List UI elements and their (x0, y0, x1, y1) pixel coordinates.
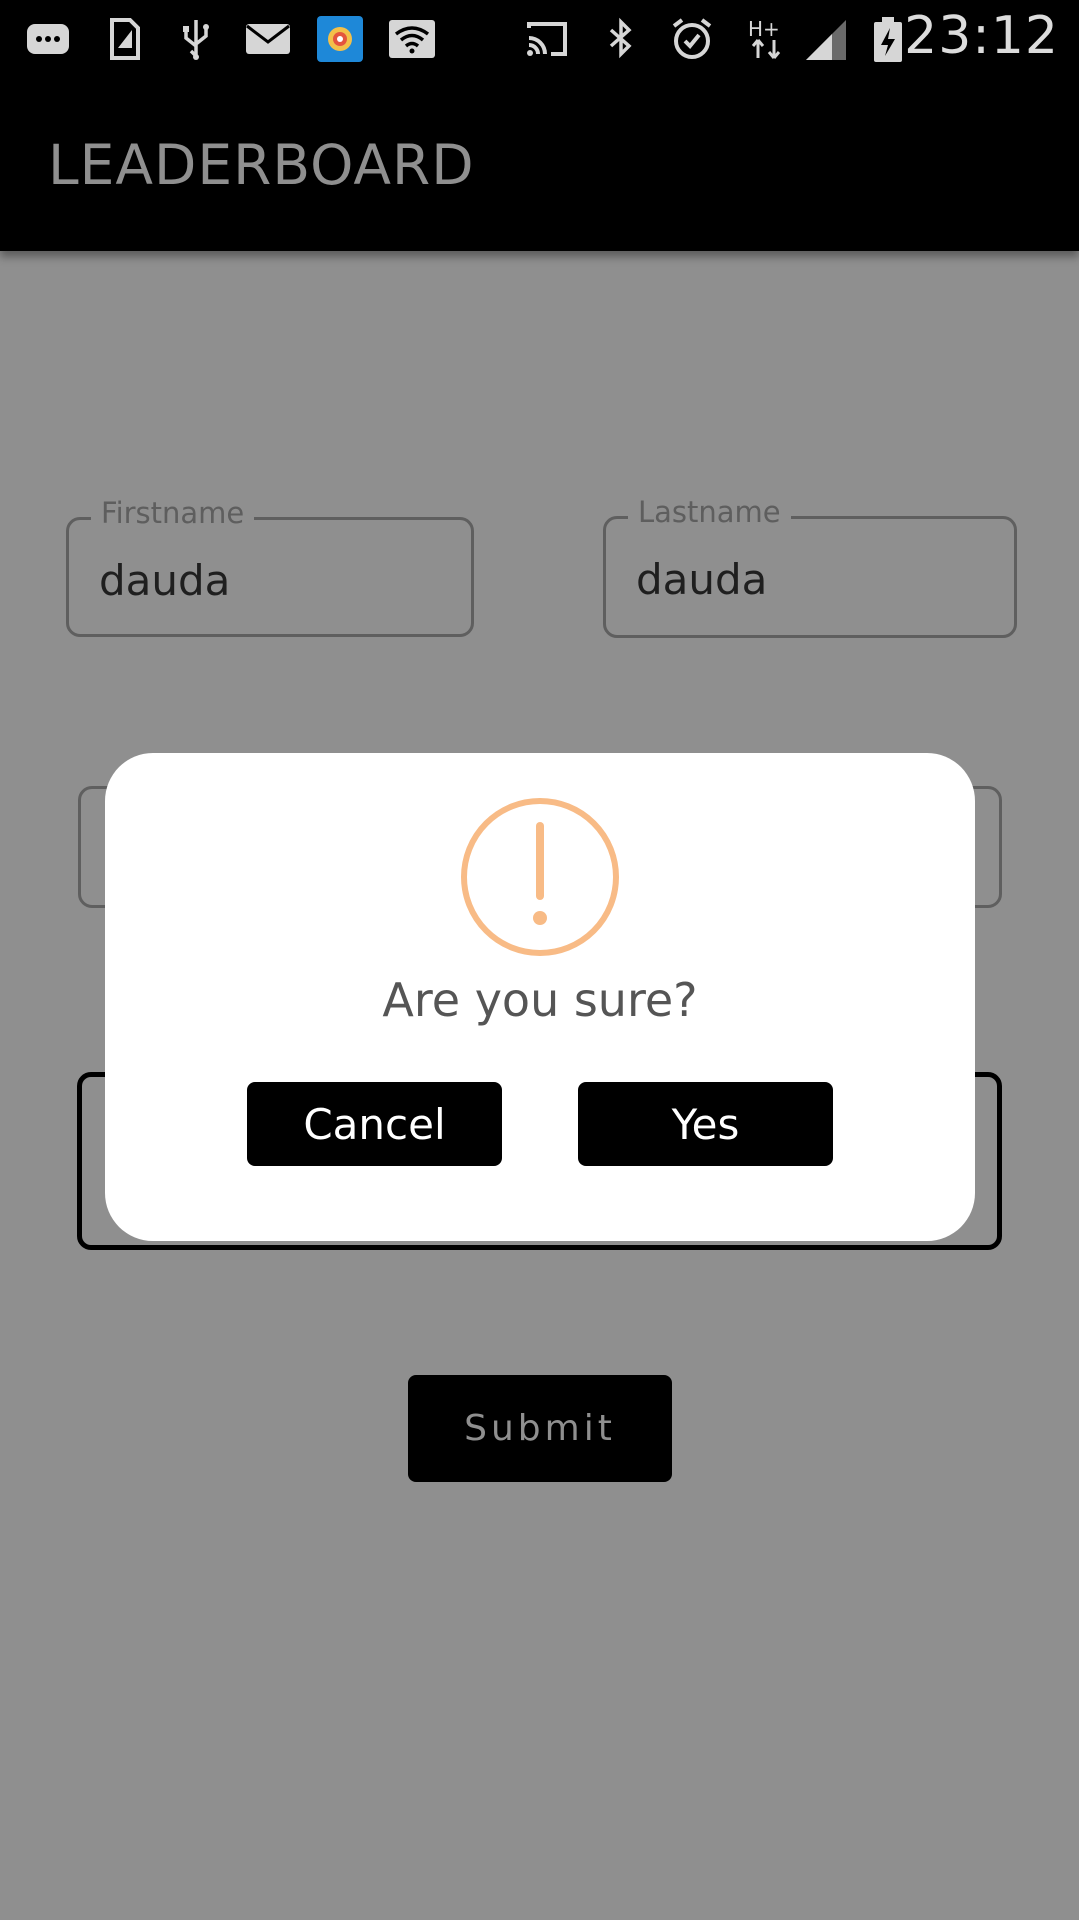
lastname-field[interactable]: Lastname dauda (603, 495, 1017, 638)
confirm-dialog: Are you sure? Cancel Yes (105, 753, 975, 1241)
cast-icon (523, 16, 571, 62)
wifi-icon (388, 16, 436, 62)
cancel-button[interactable]: Cancel (247, 1082, 502, 1166)
bluetooth-icon (597, 16, 645, 62)
firstname-value: dauda (99, 556, 231, 605)
warning-icon (459, 796, 621, 958)
submit-button[interactable]: Submit (408, 1375, 672, 1482)
dialog-title: Are you sure? (382, 973, 698, 1027)
network-type-icon: H+ (744, 16, 792, 62)
more-icon (24, 16, 72, 62)
firstname-field[interactable]: Firstname dauda (66, 496, 474, 637)
clock: 23:12 (904, 6, 1059, 66)
svg-text:H+: H+ (748, 17, 780, 41)
signal-icon (802, 16, 850, 62)
firstname-label: Firstname (91, 496, 255, 530)
alarm-icon (668, 16, 716, 62)
lastname-label: Lastname (628, 495, 791, 529)
yes-button[interactable]: Yes (578, 1082, 833, 1166)
sim-icon (100, 16, 148, 62)
app-bar: LEADERBOARD (0, 78, 1079, 251)
status-bar: H+ 23:12 (0, 0, 1079, 78)
app-icon (316, 16, 364, 62)
page-title: LEADERBOARD (48, 133, 475, 197)
usb-icon (172, 16, 220, 62)
mail-icon (244, 16, 292, 62)
lastname-value: dauda (636, 555, 768, 604)
